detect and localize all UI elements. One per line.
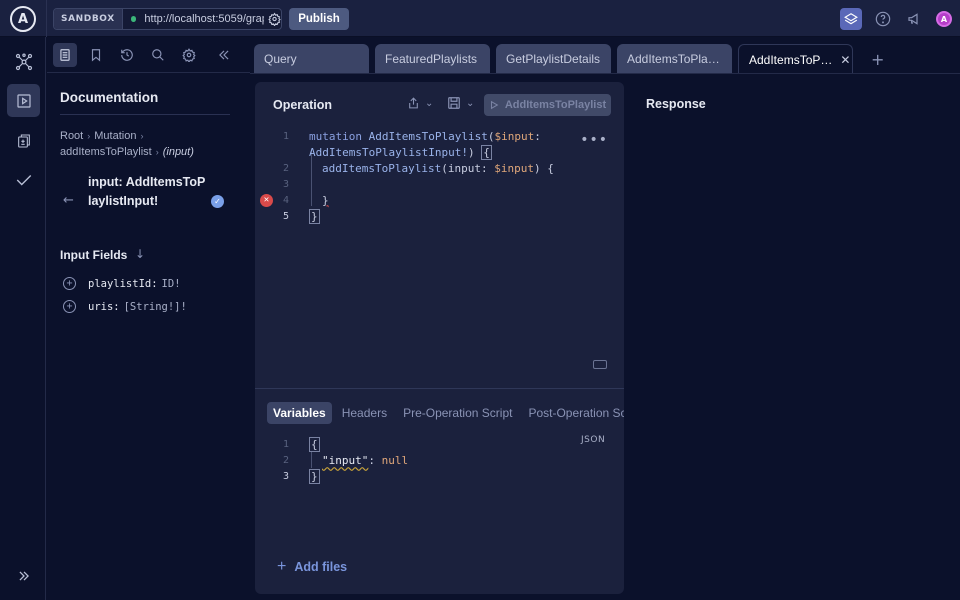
code-line: 3 — [282, 178, 289, 190]
breadcrumb-root[interactable]: Root — [60, 130, 83, 142]
tab-query[interactable]: Query — [254, 44, 369, 74]
breadcrumb-mutation[interactable]: Mutation — [94, 130, 136, 142]
docs-tab-button[interactable] — [53, 43, 77, 67]
field-name[interactable]: playlistId: — [88, 278, 158, 290]
layers-icon[interactable] — [840, 8, 862, 30]
response-title: Response — [646, 97, 706, 111]
tab-add-items-2[interactable]: AddItemsToP… ✕ — [738, 44, 853, 74]
settings-button[interactable] — [177, 43, 201, 67]
apollo-logo[interactable]: A — [10, 6, 36, 32]
breadcrumb: Root › Mutation › addItemsToPlaylist › (input… — [60, 130, 194, 158]
operation-tabs: Query FeaturedPlaylists GetPlaylistDetai… — [254, 44, 884, 74]
documentation-title: Documentation — [60, 90, 159, 105]
gear-icon — [182, 48, 196, 62]
input-fields-heading: Input Fields — [60, 248, 128, 262]
help-icon[interactable] — [872, 8, 894, 30]
rail-item-explorer[interactable] — [7, 84, 40, 117]
verified-check-icon: ✓ — [211, 195, 224, 208]
rail-item-schema[interactable] — [7, 45, 40, 78]
field-type[interactable]: ID! — [162, 278, 181, 290]
tab-pre-operation-script[interactable]: Pre-Operation Script — [397, 402, 518, 424]
tab-get-playlist-details[interactable]: GetPlaylistDetails — [496, 44, 611, 74]
save-icon — [448, 97, 460, 109]
double-chevron-right-icon — [18, 570, 29, 581]
code-line: 1 mutation AddItemsToPlaylist($input: — [282, 129, 541, 143]
plus-icon: + — [277, 558, 287, 575]
run-operation-button[interactable]: AddItemsToPlaylist — [484, 94, 611, 116]
code-line: AddItemsToPlaylistInput!) { — [309, 144, 492, 160]
code-line: 2 addItemsToPlaylist(input: $input) { — [282, 161, 554, 175]
checkmark-icon — [16, 174, 31, 185]
share-icon — [409, 97, 418, 109]
sandbox-label: SANDBOX — [54, 9, 123, 29]
top-right-actions: A — [840, 8, 952, 30]
divider — [60, 114, 230, 115]
tab-add-items-1[interactable]: AddItemsToPla… — [617, 44, 732, 74]
endpoint-url-input[interactable]: http://localhost:5059/graphql — [144, 13, 264, 25]
field-row: + playlistId: ID! — [63, 277, 181, 290]
chevron-down-icon: ⌄ — [425, 97, 434, 109]
error-icon[interactable]: ✕ — [260, 193, 273, 207]
documentation-panel: Documentation Root › Mutation › addItemsToP… — [47, 37, 250, 600]
divider — [250, 73, 960, 74]
search-icon — [152, 49, 164, 61]
left-nav-rail — [0, 37, 46, 600]
collections-button[interactable] — [84, 43, 108, 67]
megaphone-icon[interactable] — [904, 8, 926, 30]
endpoint-bar: SANDBOX http://localhost:5059/graphql — [53, 8, 282, 30]
chevron-down-icon: ⌄ — [466, 97, 475, 109]
operation-title: Operation — [273, 98, 333, 112]
graph-nodes-icon — [15, 53, 32, 70]
double-chevron-left-icon — [219, 50, 229, 60]
play-square-icon — [16, 93, 31, 108]
code-line: 2 "input": null — [282, 453, 409, 467]
keyboard-shortcuts-icon[interactable] — [593, 360, 607, 369]
history-button[interactable] — [115, 43, 139, 67]
breadcrumb-current: (input) — [162, 146, 194, 158]
field-type[interactable]: [String!]! — [124, 301, 187, 313]
connection-settings-gear-icon[interactable] — [268, 12, 281, 26]
add-field-plus-icon[interactable]: + — [63, 300, 76, 313]
tab-headers[interactable]: Headers — [336, 402, 393, 424]
top-bar: A SANDBOX http://localhost:5059/graphql … — [0, 0, 960, 37]
breadcrumb-field[interactable]: addItemsToPlaylist — [60, 146, 152, 158]
rail-item-checks[interactable] — [7, 124, 40, 157]
add-field-plus-icon[interactable]: + — [63, 277, 76, 290]
document-icon — [60, 49, 70, 61]
field-name[interactable]: uris: — [88, 301, 120, 313]
code-line: 5 } — [282, 208, 320, 224]
new-tab-plus-icon[interactable]: + — [859, 44, 884, 74]
add-files-button[interactable]: + Add files — [277, 558, 347, 576]
pane-resize-handle[interactable] — [255, 388, 624, 389]
docs-toolbar — [47, 37, 250, 73]
history-icon — [121, 49, 133, 61]
search-button[interactable] — [146, 43, 170, 67]
operation-panel: Operation ⌄ ⌄ AddItemsToPlaylist ••• 1 m… — [255, 82, 624, 594]
save-menu[interactable]: ⌄ — [447, 96, 474, 110]
arrow-down-icon: ↓ — [135, 247, 146, 261]
diff-files-icon — [17, 133, 30, 148]
code-line: 3 } — [282, 468, 320, 484]
field-row: + uris: [String!]! — [63, 300, 187, 313]
user-avatar[interactable]: A — [936, 11, 952, 27]
tab-post-operation-script[interactable]: Post-Operation Script — [522, 402, 624, 424]
collapse-docs-button[interactable] — [212, 43, 236, 67]
connection-status-dot — [130, 16, 137, 22]
variables-tabs: Variables Headers Pre-Operation Script P… — [267, 402, 624, 424]
play-icon — [490, 100, 499, 110]
share-menu[interactable]: ⌄ — [407, 96, 433, 110]
divider — [46, 0, 47, 37]
type-heading: input: AddItemsToPlaylistInput! — [88, 175, 206, 208]
publish-button[interactable]: Publish — [289, 8, 349, 30]
code-line: 1 { — [282, 436, 320, 452]
rail-item-launches[interactable] — [7, 163, 40, 196]
tab-variables[interactable]: Variables — [267, 402, 332, 424]
expand-sidebar-button[interactable] — [7, 559, 40, 592]
back-arrow-icon[interactable]: ← — [63, 193, 74, 208]
code-line: ✕ 4 } — [255, 192, 624, 208]
tab-featured-playlists[interactable]: FeaturedPlaylists — [375, 44, 490, 74]
close-tab-icon[interactable]: ✕ — [840, 53, 850, 67]
bookmark-icon — [91, 49, 101, 62]
